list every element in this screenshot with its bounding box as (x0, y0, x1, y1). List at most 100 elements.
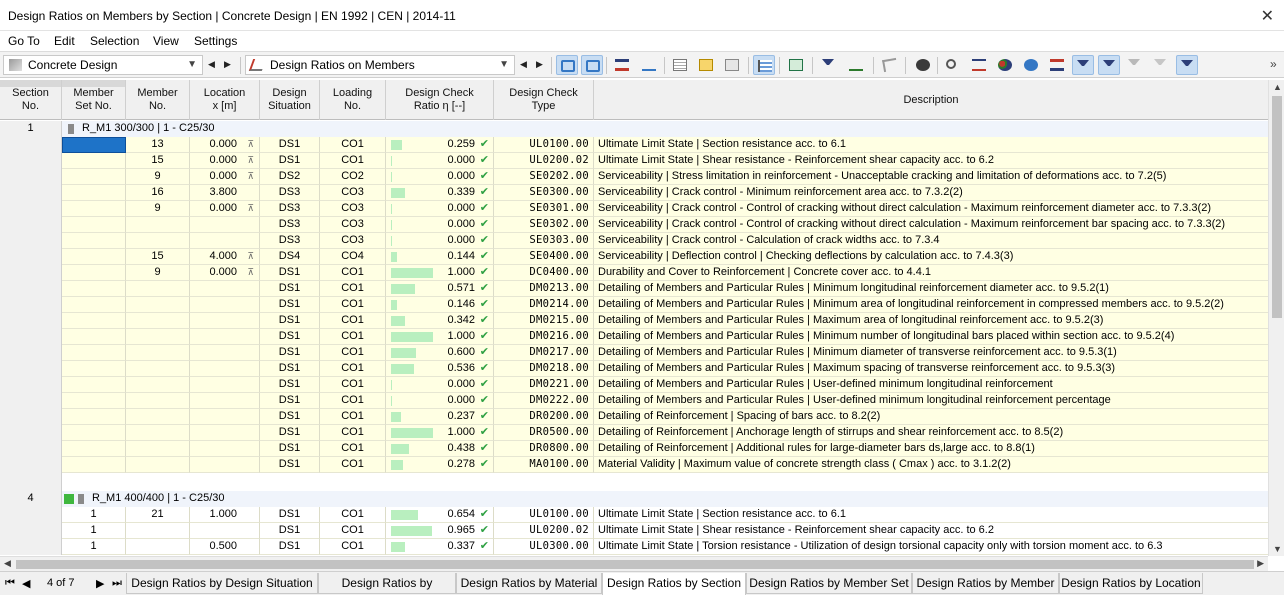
member-cell[interactable]: 16 (126, 185, 190, 201)
member-set-cell[interactable] (62, 361, 126, 377)
table-row[interactable]: DS3 CO3 0.000 ✔ SE0302.00 Serviceability | Cr… (0, 217, 1268, 233)
check-type-cell[interactable]: UL0200.02 (494, 523, 594, 539)
check-type-cell[interactable]: DM0213.00 (494, 281, 594, 297)
description-cell[interactable]: Serviceability | Crack control - Calcula… (594, 233, 1268, 249)
member-set-cell[interactable] (62, 185, 126, 201)
table-row[interactable]: DS1 CO1 0.237 ✔ DR0200.00 Detailing of Reinfo… (0, 409, 1268, 425)
loading-cell[interactable]: CO2 (320, 169, 386, 185)
check-type-cell[interactable]: SE0302.00 (494, 217, 594, 233)
group-row[interactable]: 1 R_M1 300/300 | 1 - C25/30 (0, 121, 1268, 137)
visibility-button[interactable] (611, 55, 633, 75)
menu-view[interactable]: View (153, 34, 179, 48)
loading-cell[interactable]: CO1 (320, 425, 386, 441)
check-type-cell[interactable]: DM0215.00 (494, 313, 594, 329)
member-set-cell[interactable] (62, 393, 126, 409)
col-member-set[interactable]: Member Set No. (62, 80, 126, 120)
vertical-scrollbar[interactable]: ▲ ▼ (1268, 80, 1284, 556)
loading-cell[interactable]: CO1 (320, 345, 386, 361)
location-cell[interactable]: 1.000 (190, 507, 260, 523)
design-situation-cell[interactable]: DS1 (260, 281, 320, 297)
first-page-icon[interactable]: ⏮ (5, 577, 15, 590)
member-set-cell[interactable] (62, 233, 126, 249)
ratio-cell[interactable]: 0.000 ✔ (386, 217, 494, 233)
table-row[interactable]: 9 0.000 ⊼ DS1 CO1 1.000 ✔ DC0400.00 Durability a… (0, 265, 1268, 281)
description-cell[interactable]: Detailing of Reinforcement | Spacing of … (594, 409, 1268, 425)
table-row[interactable]: DS1 CO1 0.600 ✔ DM0217.00 Detailing of Member… (0, 345, 1268, 361)
table-row[interactable]: 1 21 1.000 DS1 CO1 0.654 ✔ UL0100.00 Ultimate Li… (0, 507, 1268, 523)
member-display-button[interactable] (1046, 55, 1068, 75)
member-set-cell[interactable]: 1 (62, 539, 126, 555)
description-cell[interactable]: Serviceability | Crack control - Control… (594, 201, 1268, 217)
loading-cell[interactable]: CO1 (320, 393, 386, 409)
filter-clear-button[interactable] (1150, 55, 1172, 75)
table-row[interactable]: 9 0.000 ⊼ DS3 CO3 0.000 ✔ SE0301.00 Serviceabili… (0, 201, 1268, 217)
location-cell[interactable] (190, 393, 260, 409)
numbering-button[interactable] (1020, 55, 1042, 75)
member-set-cell[interactable] (62, 297, 126, 313)
check-type-cell[interactable]: UL0100.00 (494, 507, 594, 523)
description-cell[interactable]: Ultimate Limit State | Section resistanc… (594, 507, 1268, 523)
member-set-cell[interactable]: 1 (62, 507, 126, 523)
ratio-cell[interactable]: 0.237 ✔ (386, 409, 494, 425)
design-situation-cell[interactable]: DS1 (260, 137, 320, 153)
description-cell[interactable]: Detailing of Members and Particular Rule… (594, 297, 1268, 313)
member-cell[interactable]: 21 (126, 507, 190, 523)
design-situation-cell[interactable]: DS1 (260, 425, 320, 441)
description-cell[interactable]: Detailing of Members and Particular Rule… (594, 329, 1268, 345)
member-cell[interactable]: 15 (126, 249, 190, 265)
ratio-cell[interactable]: 0.654 ✔ (386, 507, 494, 523)
next-table-button[interactable]: ▶ (536, 59, 543, 70)
ratio-cell[interactable]: 0.000 ✔ (386, 153, 494, 169)
loading-cell[interactable]: CO1 (320, 361, 386, 377)
export-table-button[interactable] (695, 55, 717, 75)
design-situation-cell[interactable]: DS1 (260, 313, 320, 329)
description-cell[interactable]: Serviceability | Deflection control | Ch… (594, 249, 1268, 265)
next-page-icon[interactable]: ▶ (96, 577, 104, 590)
member-cell[interactable]: 9 (126, 201, 190, 217)
member-cell[interactable] (126, 345, 190, 361)
check-type-cell[interactable]: SE0303.00 (494, 233, 594, 249)
horizontal-scrollbar[interactable]: ◀ ▶ (0, 556, 1268, 571)
check-type-cell[interactable]: UL0100.00 (494, 137, 594, 153)
member-set-cell[interactable] (62, 377, 126, 393)
design-situation-cell[interactable]: DS3 (260, 185, 320, 201)
design-situation-cell[interactable]: DS1 (260, 393, 320, 409)
description-cell[interactable]: Detailing of Members and Particular Rule… (594, 377, 1268, 393)
loading-cell[interactable]: CO1 (320, 153, 386, 169)
design-situation-cell[interactable]: DS1 (260, 297, 320, 313)
member-cell[interactable] (126, 393, 190, 409)
table-row[interactable]: 1 DS1 CO1 0.965 ✔ UL0200.02 Ultimate Limit Sta… (0, 523, 1268, 539)
member-set-cell[interactable] (62, 265, 126, 281)
scroll-up-icon[interactable]: ▲ (1273, 82, 1282, 92)
member-set-cell[interactable] (62, 329, 126, 345)
table-view-button[interactable] (669, 55, 691, 75)
member-cell[interactable] (126, 361, 190, 377)
col-loading[interactable]: Loading No. (320, 80, 386, 120)
ratio-cell[interactable]: 0.438 ✔ (386, 441, 494, 457)
ratio-cell[interactable]: 0.536 ✔ (386, 361, 494, 377)
filter-set-button[interactable] (1098, 55, 1120, 75)
excel-export-button[interactable] (785, 55, 807, 75)
decimal-places-button[interactable] (845, 55, 867, 75)
location-cell[interactable]: 0.000 ⊼ (190, 201, 260, 217)
design-situation-cell[interactable]: DS1 (260, 457, 320, 473)
tab-design-ratios-by-member[interactable]: Design Ratios by Member (912, 573, 1059, 594)
loading-cell[interactable]: CO3 (320, 233, 386, 249)
member-cell[interactable] (126, 313, 190, 329)
horizontal-scroll-thumb[interactable] (16, 560, 1254, 569)
tab-design-ratios-by-member-set[interactable]: Design Ratios by Member Set (746, 573, 912, 594)
tab-design-ratios-by-material[interactable]: Design Ratios by Material (456, 573, 602, 594)
menu-goto[interactable]: Go To (8, 34, 40, 48)
pick-object-button[interactable] (879, 55, 901, 75)
check-type-cell[interactable]: UL0200.02 (494, 153, 594, 169)
prev-table-button[interactable]: ◀ (520, 59, 527, 70)
check-type-cell[interactable]: DM0222.00 (494, 393, 594, 409)
table-row[interactable]: 15 0.000 ⊼ DS1 CO1 0.000 ✔ UL0200.02 Ultimate Li… (0, 153, 1268, 169)
table-row[interactable]: 15 4.000 ⊼ DS4 CO4 0.144 ✔ SE0400.00 Serviceabil… (0, 249, 1268, 265)
loading-cell[interactable]: CO1 (320, 297, 386, 313)
location-cell[interactable] (190, 523, 260, 539)
loading-cell[interactable]: CO1 (320, 539, 386, 555)
design-situation-cell[interactable]: DS1 (260, 329, 320, 345)
description-cell[interactable]: Detailing of Members and Particular Rule… (594, 361, 1268, 377)
member-cell[interactable] (126, 523, 190, 539)
